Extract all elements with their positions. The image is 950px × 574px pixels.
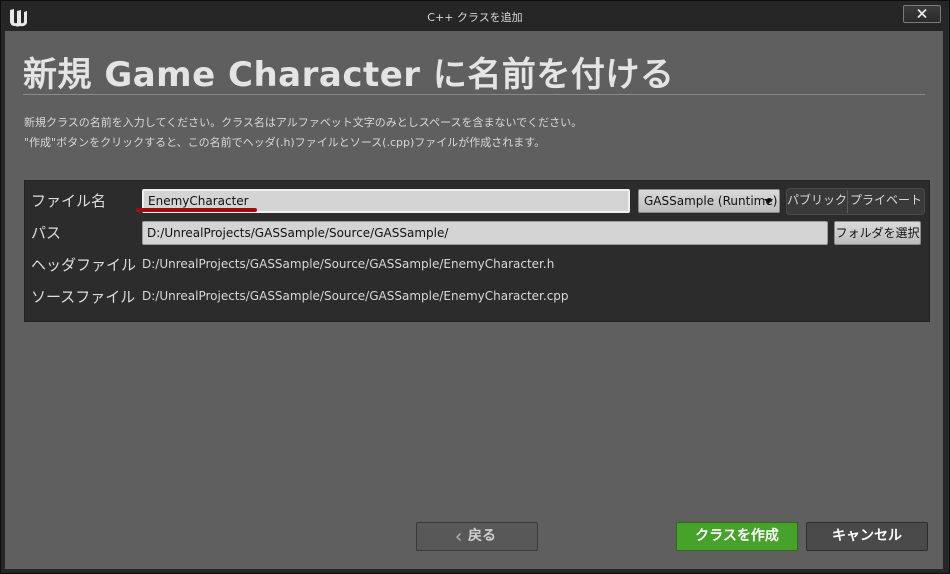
dialog-body: 新規 Game Character に名前を付ける 新規クラスの名前を入力してく…	[5, 31, 943, 569]
module-select[interactable]: GASSample (Runtime)	[638, 189, 780, 213]
module-select-value: GASSample (Runtime)	[644, 194, 778, 208]
source-file-path: D:/UnrealProjects/GASSample/Source/GASSa…	[142, 289, 569, 303]
title-divider	[23, 94, 925, 95]
private-option[interactable]: プライベート	[848, 189, 924, 214]
back-button-label: 戻る	[468, 528, 496, 544]
path-label: パス	[31, 224, 62, 242]
header-file-path: D:/UnrealProjects/GASSample/Source/GASSa…	[142, 257, 555, 271]
close-button[interactable]	[903, 5, 941, 23]
add-cpp-class-window: C++ クラスを追加 新規 Game Character に名前を付ける 新規ク…	[0, 0, 950, 574]
cancel-button[interactable]: キャンセル	[806, 522, 928, 551]
header-file-label: ヘッダファイル	[31, 256, 137, 274]
chevron-left-icon	[456, 533, 461, 541]
source-file-label: ソースファイル	[31, 288, 136, 306]
create-class-button[interactable]: クラスを作成	[676, 522, 798, 551]
page-title: 新規 Game Character に名前を付ける	[23, 55, 675, 95]
name-validation-underline	[136, 208, 257, 212]
window-title: C++ クラスを追加	[427, 11, 523, 24]
caret-down-icon	[764, 199, 773, 204]
public-option[interactable]: パブリック	[787, 189, 847, 214]
back-button[interactable]: 戻る	[416, 522, 538, 551]
path-input[interactable]: D:/UnrealProjects/GASSample/Source/GASSa…	[142, 221, 828, 245]
close-icon	[917, 9, 927, 18]
class-settings-panel: ファイル名 EnemyCharacter GASSample (Runtime)…	[24, 180, 930, 322]
choose-folder-button[interactable]: フォルダを選択	[834, 221, 921, 245]
description-line-1: 新規クラスの名前を入力してください。クラス名はアルファベット文字のみとしスペース…	[24, 116, 583, 129]
visibility-toggle: パブリック プライベート	[786, 188, 925, 215]
title-bar: C++ クラスを追加	[1, 1, 949, 31]
description-line-2: "作成"ボタンをクリックすると、この名前でヘッダ(.h)ファイルとソース(.cp…	[24, 136, 546, 149]
name-label: ファイル名	[31, 192, 107, 210]
